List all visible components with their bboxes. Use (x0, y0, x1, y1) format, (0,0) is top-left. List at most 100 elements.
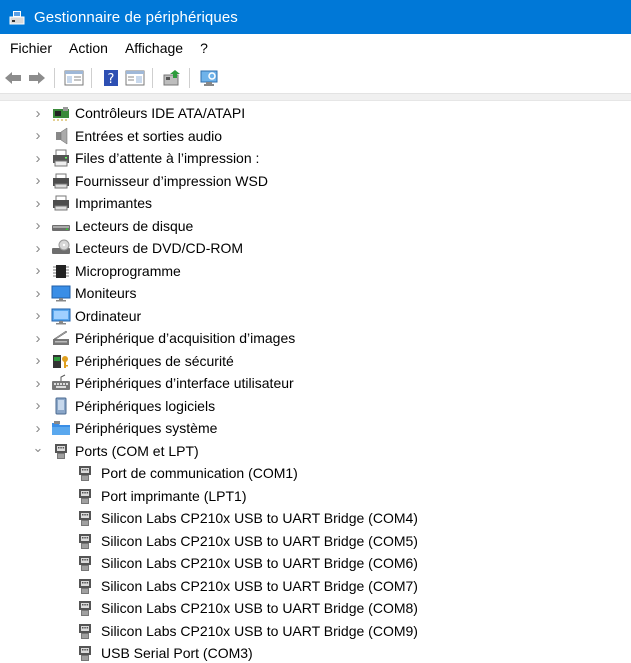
tree-device-label: Port imprimante (LPT1) (101, 487, 247, 504)
tree-device[interactable]: Silicon Labs CP210x USB to UART Bridge (… (75, 575, 418, 598)
chevron-right-icon[interactable]: › (31, 172, 45, 189)
properties-icon[interactable] (124, 67, 146, 89)
menu-fichier[interactable]: Fichier (3, 36, 59, 60)
tree-category[interactable]: › Lecteurs de DVD/CD-ROM (31, 237, 243, 260)
tree-category-label: Ordinateur (75, 307, 142, 324)
toolbar: ? (0, 62, 631, 94)
device-tree[interactable]: › Contrôleurs IDE ATA/ATAPI › Entrées et so… (0, 101, 631, 663)
scan-hardware-icon[interactable] (198, 67, 220, 89)
port-icon (75, 487, 95, 505)
tree-category[interactable]: › Microprogramme (31, 260, 181, 283)
tree-device-label: Silicon Labs CP210x USB to UART Bridge (… (101, 622, 418, 639)
tree-category[interactable]: › Périphériques d’interface utilisateur (31, 372, 294, 395)
tree-device-label: USB Serial Port (COM3) (101, 645, 253, 662)
tree-device-label: Silicon Labs CP210x USB to UART Bridge (… (101, 600, 418, 617)
tree-device-label: Silicon Labs CP210x USB to UART Bridge (… (101, 555, 418, 572)
tree-category-label: Périphériques de sécurité (75, 352, 234, 369)
tree-category[interactable]: › Périphérique d’acquisition d’images (31, 327, 296, 350)
tree-category-label: Entrées et sorties audio (75, 127, 223, 144)
menu-action[interactable]: Action (62, 36, 115, 60)
print-queue-icon (51, 149, 71, 167)
menu-help[interactable]: ? (193, 36, 215, 60)
chevron-right-icon[interactable]: › (31, 397, 45, 414)
monitor-icon (51, 284, 71, 303)
tree-device[interactable]: Silicon Labs CP210x USB to UART Bridge (… (75, 552, 418, 575)
tree-device[interactable]: Silicon Labs CP210x USB to UART Bridge (… (75, 620, 418, 643)
tree-category-label: Fournisseur d’impression WSD (75, 172, 268, 189)
speaker-icon (51, 127, 71, 145)
firmware-chip-icon (51, 262, 71, 280)
ide-controller-icon (51, 104, 71, 122)
computer-icon (51, 307, 71, 325)
tree-category-label: Microprogramme (75, 262, 181, 279)
tree-category[interactable]: › Périphériques de sécurité (31, 350, 234, 373)
tree-device-label: Silicon Labs CP210x USB to UART Bridge (… (101, 577, 418, 594)
chevron-right-icon[interactable]: › (31, 352, 45, 369)
tree-device-label: Silicon Labs CP210x USB to UART Bridge (… (101, 532, 418, 549)
port-icon (75, 532, 95, 550)
tree-device[interactable]: Silicon Labs CP210x USB to UART Bridge (… (75, 507, 418, 530)
port-icon (75, 622, 95, 640)
menu-bar: Fichier Action Affichage ? (0, 34, 631, 62)
printer-icon (51, 194, 71, 212)
chevron-right-icon[interactable]: › (31, 262, 45, 279)
tree-category[interactable]: › Contrôleurs IDE ATA/ATAPI (31, 102, 245, 125)
system-folder-icon (51, 419, 71, 437)
security-key-icon (51, 352, 71, 370)
port-icon (75, 554, 95, 572)
tree-device[interactable]: Silicon Labs CP210x USB to UART Bridge (… (75, 530, 418, 553)
tree-category[interactable]: › Périphériques logiciels (31, 395, 215, 418)
tree-category[interactable]: › Imprimantes (31, 192, 153, 215)
svg-text:?: ? (108, 72, 115, 87)
toolbar-separator (152, 67, 153, 88)
tree-category-label: Lecteurs de DVD/CD-ROM (75, 240, 244, 257)
chevron-down-icon[interactable]: ⌄ (31, 440, 45, 455)
tree-device[interactable]: Port de communication (COM1) (75, 462, 298, 485)
forward-icon[interactable] (26, 67, 48, 89)
toolbar-separator (54, 67, 55, 88)
tree-device[interactable]: USB Serial Port (COM3) (75, 642, 253, 663)
port-icon (51, 442, 71, 460)
printer-icon (51, 172, 71, 190)
tree-category-label: Périphérique d’acquisition d’images (75, 330, 296, 347)
tree-category[interactable]: › Moniteurs (31, 282, 136, 305)
window-title: Gestionnaire de périphériques (34, 8, 238, 26)
show-hide-console-tree-icon[interactable] (63, 67, 85, 89)
update-driver-icon[interactable] (161, 67, 183, 89)
help-icon[interactable]: ? (100, 67, 122, 89)
port-icon (75, 509, 95, 527)
chevron-right-icon[interactable]: › (31, 150, 45, 167)
tree-device[interactable]: Port imprimante (LPT1) (75, 485, 246, 508)
chevron-right-icon[interactable]: › (31, 375, 45, 392)
device-manager-icon (8, 8, 26, 26)
port-icon (75, 464, 95, 482)
chevron-right-icon[interactable]: › (31, 330, 45, 347)
tree-category[interactable]: › Ordinateur (31, 305, 141, 328)
tree-category[interactable]: › Périphériques système (31, 417, 218, 440)
dvd-drive-icon (51, 239, 71, 257)
chevron-right-icon[interactable]: › (31, 195, 45, 212)
tree-category-label: Lecteurs de disque (75, 217, 194, 234)
menu-affichage[interactable]: Affichage (118, 36, 190, 60)
chevron-right-icon[interactable]: › (31, 217, 45, 234)
chevron-right-icon[interactable]: › (31, 127, 45, 144)
tree-category[interactable]: › Files d’attente à l’impression : (31, 147, 259, 170)
tree-category[interactable]: ⌄ Ports (COM et LPT) (31, 440, 199, 463)
back-icon[interactable] (2, 67, 24, 89)
chevron-right-icon[interactable]: › (31, 105, 45, 122)
hid-keyboard-icon (51, 374, 71, 392)
title-bar: Gestionnaire de périphériques (0, 0, 631, 34)
tree-category-label: Files d’attente à l’impression : (75, 150, 260, 167)
tree-category[interactable]: › Lecteurs de disque (31, 215, 194, 238)
tree-category[interactable]: › Fournisseur d’impression WSD (31, 170, 268, 193)
chevron-right-icon[interactable]: › (31, 285, 45, 302)
chevron-right-icon[interactable]: › (31, 420, 45, 437)
tree-category-label: Périphériques système (75, 420, 218, 437)
scanner-icon (51, 329, 71, 347)
tree-category-label: Périphériques logiciels (75, 397, 216, 414)
tree-category[interactable]: › Entrées et sorties audio (31, 125, 223, 148)
software-device-icon (51, 397, 71, 415)
chevron-right-icon[interactable]: › (31, 240, 45, 257)
tree-device[interactable]: Silicon Labs CP210x USB to UART Bridge (… (75, 597, 418, 620)
chevron-right-icon[interactable]: › (31, 307, 45, 324)
